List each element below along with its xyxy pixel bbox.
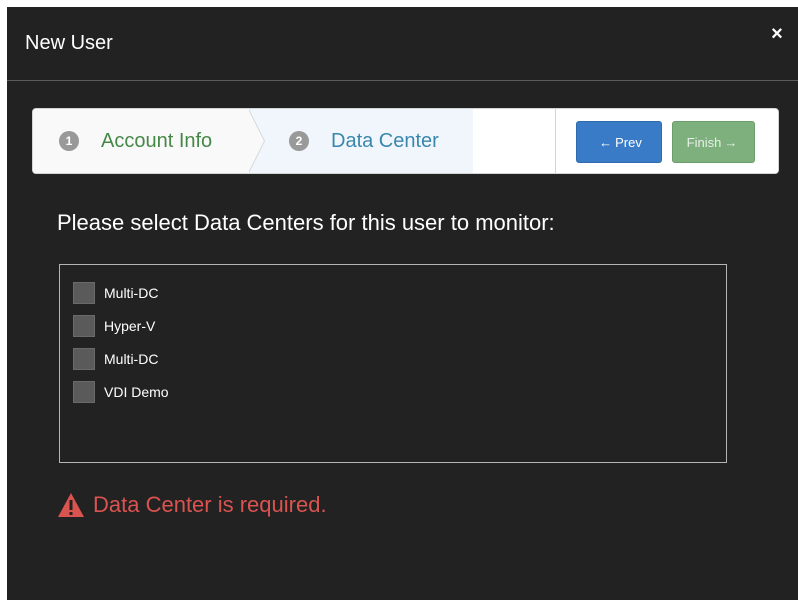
- select-prompt: Please select Data Centers for this user…: [57, 210, 555, 235]
- error-message: Data Center is required.: [93, 492, 327, 517]
- list-item[interactable]: Multi-DC: [60, 342, 726, 375]
- prev-button[interactable]: ← Prev: [576, 121, 662, 163]
- arrow-right-icon: →: [724, 134, 738, 150]
- list-item[interactable]: Multi-DC: [60, 276, 726, 309]
- wizard-actions: ← Prev Finish →: [555, 109, 778, 173]
- wizard-step-account-info[interactable]: 1 Account Info: [33, 109, 265, 173]
- finish-button[interactable]: Finish →: [672, 121, 755, 163]
- close-icon: ×: [771, 23, 783, 45]
- data-center-checkbox[interactable]: [73, 380, 95, 403]
- wizard-step-data-center[interactable]: 2 Data Center: [249, 109, 473, 173]
- list-item[interactable]: VDI Demo: [60, 375, 726, 408]
- data-center-checkbox[interactable]: [73, 314, 95, 337]
- data-center-label[interactable]: VDI Demo: [104, 384, 169, 400]
- finish-button-label: Finish: [686, 134, 722, 150]
- step-label: Data Center: [331, 129, 439, 152]
- step-number-badge: 2: [289, 131, 309, 151]
- warning-icon: [58, 493, 84, 517]
- data-center-checkbox[interactable]: [73, 347, 95, 370]
- step-separator-chevron-inner: [248, 109, 264, 173]
- prev-button-label: Prev: [615, 134, 642, 150]
- data-center-label[interactable]: Multi-DC: [104, 351, 158, 367]
- step-number-badge: 1: [59, 131, 79, 151]
- new-user-modal: New User × 1 Account Info 2 Data Center …: [7, 7, 798, 600]
- data-center-list: Multi-DC Hyper-V Multi-DC VDI Demo: [59, 264, 727, 463]
- modal-header: New User ×: [7, 7, 798, 81]
- arrow-left-icon: ←: [599, 134, 613, 150]
- data-center-label[interactable]: Hyper-V: [104, 318, 155, 334]
- step-label: Account Info: [101, 129, 213, 152]
- close-button[interactable]: ×: [766, 23, 788, 45]
- wizard-steps: 1 Account Info 2 Data Center ← Prev Fini…: [32, 108, 779, 174]
- data-center-label[interactable]: Multi-DC: [104, 285, 158, 301]
- list-item[interactable]: Hyper-V: [60, 309, 726, 342]
- data-center-checkbox[interactable]: [73, 281, 95, 304]
- modal-title: New User: [25, 32, 113, 54]
- validation-error: Data Center is required.: [57, 492, 327, 518]
